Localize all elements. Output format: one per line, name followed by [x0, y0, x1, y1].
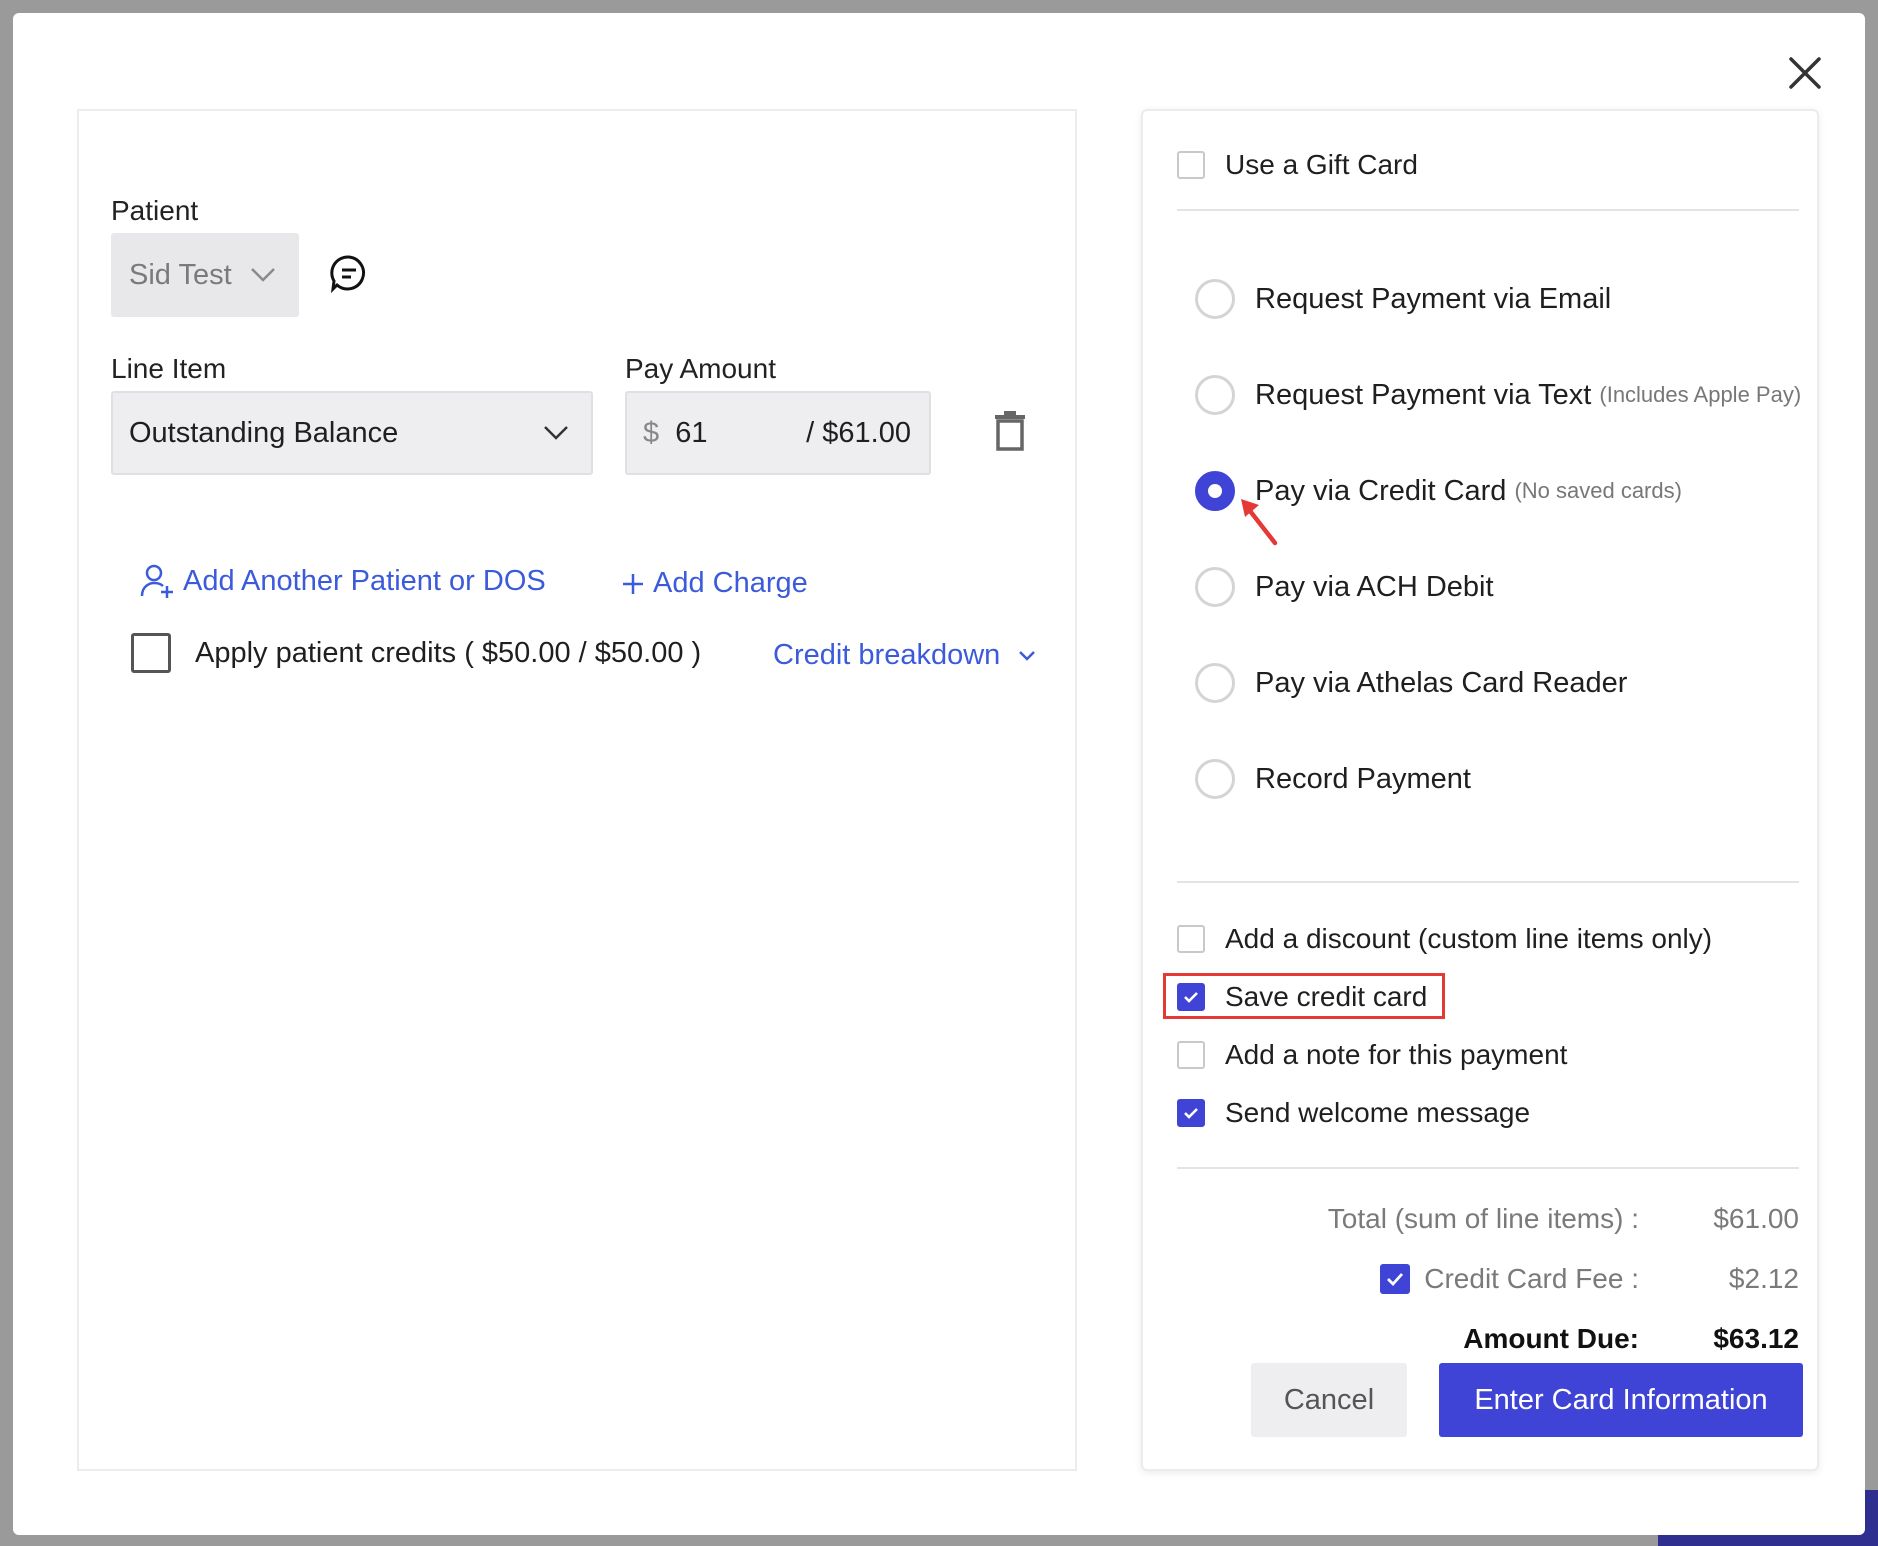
line-items-panel: Patient Sid Test Line Item Pay Amount Ou…	[77, 109, 1077, 1471]
enter-card-button[interactable]: Enter Card Information	[1439, 1363, 1803, 1437]
pay-amount-label: Pay Amount	[625, 353, 776, 384]
gift-card-label: Use a Gift Card	[1225, 149, 1418, 180]
payment-extra-row[interactable]: Add a discount (custom line items only)	[1177, 923, 1712, 955]
payment-extra-label: Add a discount (custom line items only)	[1225, 923, 1713, 954]
payment-option-row[interactable]: Record Payment	[1195, 759, 1471, 799]
pay-amount-input[interactable]: $ 61 / $61.00	[625, 391, 931, 475]
payment-option-label: Pay via Athelas Card Reader	[1255, 666, 1628, 699]
payment-extra-checkbox[interactable]	[1177, 925, 1205, 953]
highlight-annotation	[1163, 973, 1445, 1019]
total-label: Total (sum of line items) :	[1327, 1203, 1639, 1234]
payment-option-row[interactable]: Request Payment via Email	[1195, 279, 1611, 319]
total-row: Total (sum of line items) : $61.00	[1328, 1203, 1799, 1235]
payment-option-label: Request Payment via Text	[1255, 378, 1592, 411]
divider	[1177, 1167, 1799, 1169]
patient-value: Sid Test	[129, 258, 232, 291]
payment-option-row[interactable]: Pay via ACH Debit	[1195, 567, 1494, 607]
add-patient-link[interactable]: Add Another Patient or DOS	[139, 563, 546, 599]
payment-option-label: Pay via ACH Debit	[1255, 570, 1494, 603]
add-user-icon	[140, 564, 173, 598]
chevron-down-icon	[250, 268, 275, 282]
chevron-down-icon	[544, 426, 568, 440]
payment-option-hint: (Includes Apple Pay)	[1599, 382, 1802, 407]
plus-icon	[623, 573, 643, 594]
payment-method-panel: Use a Gift Card Request Payment via Emai…	[1141, 109, 1819, 1471]
patient-label: Patient	[111, 195, 199, 226]
add-charge-label: Add Charge	[653, 567, 808, 599]
payment-option-radio[interactable]	[1195, 759, 1235, 799]
fee-value: $2.12	[1728, 1263, 1799, 1294]
line-item-select[interactable]: Outstanding Balance	[111, 391, 593, 475]
payment-option-label: Record Payment	[1255, 762, 1471, 795]
amount-due-label: Amount Due:	[1463, 1323, 1639, 1354]
pay-amount-value: 61	[675, 416, 708, 449]
payment-extra-label: Add a note for this payment	[1225, 1039, 1568, 1070]
payment-option-radio[interactable]	[1195, 663, 1235, 703]
currency-symbol: $	[643, 416, 660, 449]
payment-extra-checkbox[interactable]	[1177, 1099, 1205, 1127]
payment-option-radio[interactable]	[1195, 375, 1235, 415]
gift-card-row[interactable]: Use a Gift Card	[1177, 149, 1418, 181]
fee-label: Credit Card Fee :	[1424, 1263, 1639, 1294]
payment-extra-row[interactable]: Add a note for this payment	[1177, 1039, 1567, 1071]
payment-option-row[interactable]: Pay via Athelas Card Reader	[1195, 663, 1627, 703]
divider	[1177, 209, 1799, 211]
line-item-value: Outstanding Balance	[129, 416, 399, 449]
divider	[1177, 881, 1799, 883]
payment-option-hint: (No saved cards)	[1514, 478, 1682, 503]
close-icon	[1789, 57, 1821, 89]
patient-select[interactable]: Sid Test	[111, 233, 299, 317]
credit-breakdown-link[interactable]: Credit breakdown	[773, 639, 1036, 672]
payment-option-label: Pay via Credit Card	[1255, 474, 1507, 507]
add-charge-link[interactable]: Add Charge	[621, 567, 808, 600]
amount-due-value: $63.12	[1713, 1323, 1799, 1354]
fee-row: Credit Card Fee : $2.12	[1380, 1263, 1799, 1295]
payment-extra-checkbox[interactable]	[1177, 1041, 1205, 1069]
add-patient-label: Add Another Patient or DOS	[183, 564, 546, 597]
fee-checkbox[interactable]	[1380, 1264, 1411, 1294]
total-value: $61.00	[1713, 1203, 1799, 1234]
check-icon	[1184, 1107, 1198, 1119]
apply-credits-checkbox[interactable]	[131, 633, 171, 673]
chat-icon[interactable]	[329, 253, 369, 293]
credit-breakdown-label: Credit breakdown	[773, 639, 1001, 671]
red-arrow-annotation	[1241, 499, 1278, 546]
check-icon	[1387, 1273, 1404, 1286]
payment-modal: Patient Sid Test Line Item Pay Amount Ou…	[13, 13, 1865, 1535]
chevron-down-icon	[1019, 650, 1036, 661]
payment-extra-label: Send welcome message	[1225, 1097, 1531, 1128]
payment-option-radio[interactable]	[1195, 567, 1235, 607]
payment-option-label: Request Payment via Email	[1255, 282, 1612, 315]
gift-card-checkbox[interactable]	[1177, 151, 1205, 179]
apply-credits-row[interactable]: Apply patient credits ( $50.00 / $50.00 …	[131, 633, 701, 673]
apply-credits-label: Apply patient credits ( $50.00 / $50.00 …	[195, 636, 702, 669]
trash-icon[interactable]	[993, 409, 1027, 451]
line-item-label: Line Item	[111, 353, 227, 384]
close-button[interactable]	[1775, 43, 1835, 103]
payment-option-radio[interactable]	[1195, 471, 1235, 511]
cancel-button[interactable]: Cancel	[1251, 1363, 1407, 1437]
pay-amount-total: / $61.00	[806, 416, 911, 449]
payment-option-row[interactable]: Request Payment via Text (Includes Apple …	[1195, 375, 1801, 415]
amount-due-row: Amount Due: $63.12	[1463, 1323, 1799, 1355]
payment-extra-row[interactable]: Send welcome message	[1177, 1097, 1530, 1129]
payment-option-radio[interactable]	[1195, 279, 1235, 319]
